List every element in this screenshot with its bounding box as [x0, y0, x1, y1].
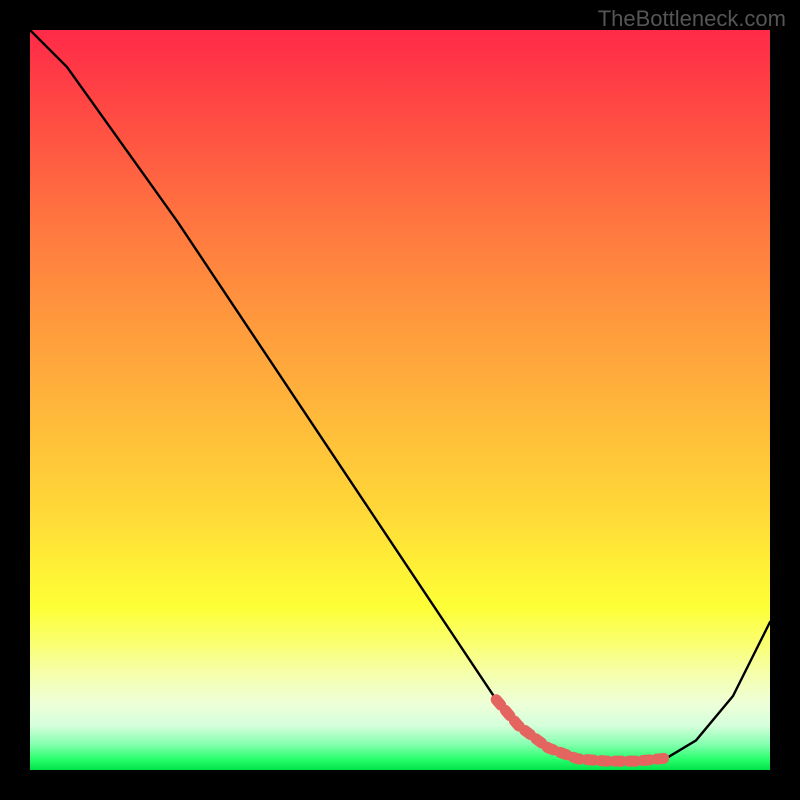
- chart-curve-layer: [30, 30, 770, 770]
- chart-highlight-band: [496, 700, 666, 761]
- watermark-text: TheBottleneck.com: [598, 6, 786, 32]
- chart-plot-area: [30, 30, 770, 770]
- chart-main-curve: [30, 30, 770, 761]
